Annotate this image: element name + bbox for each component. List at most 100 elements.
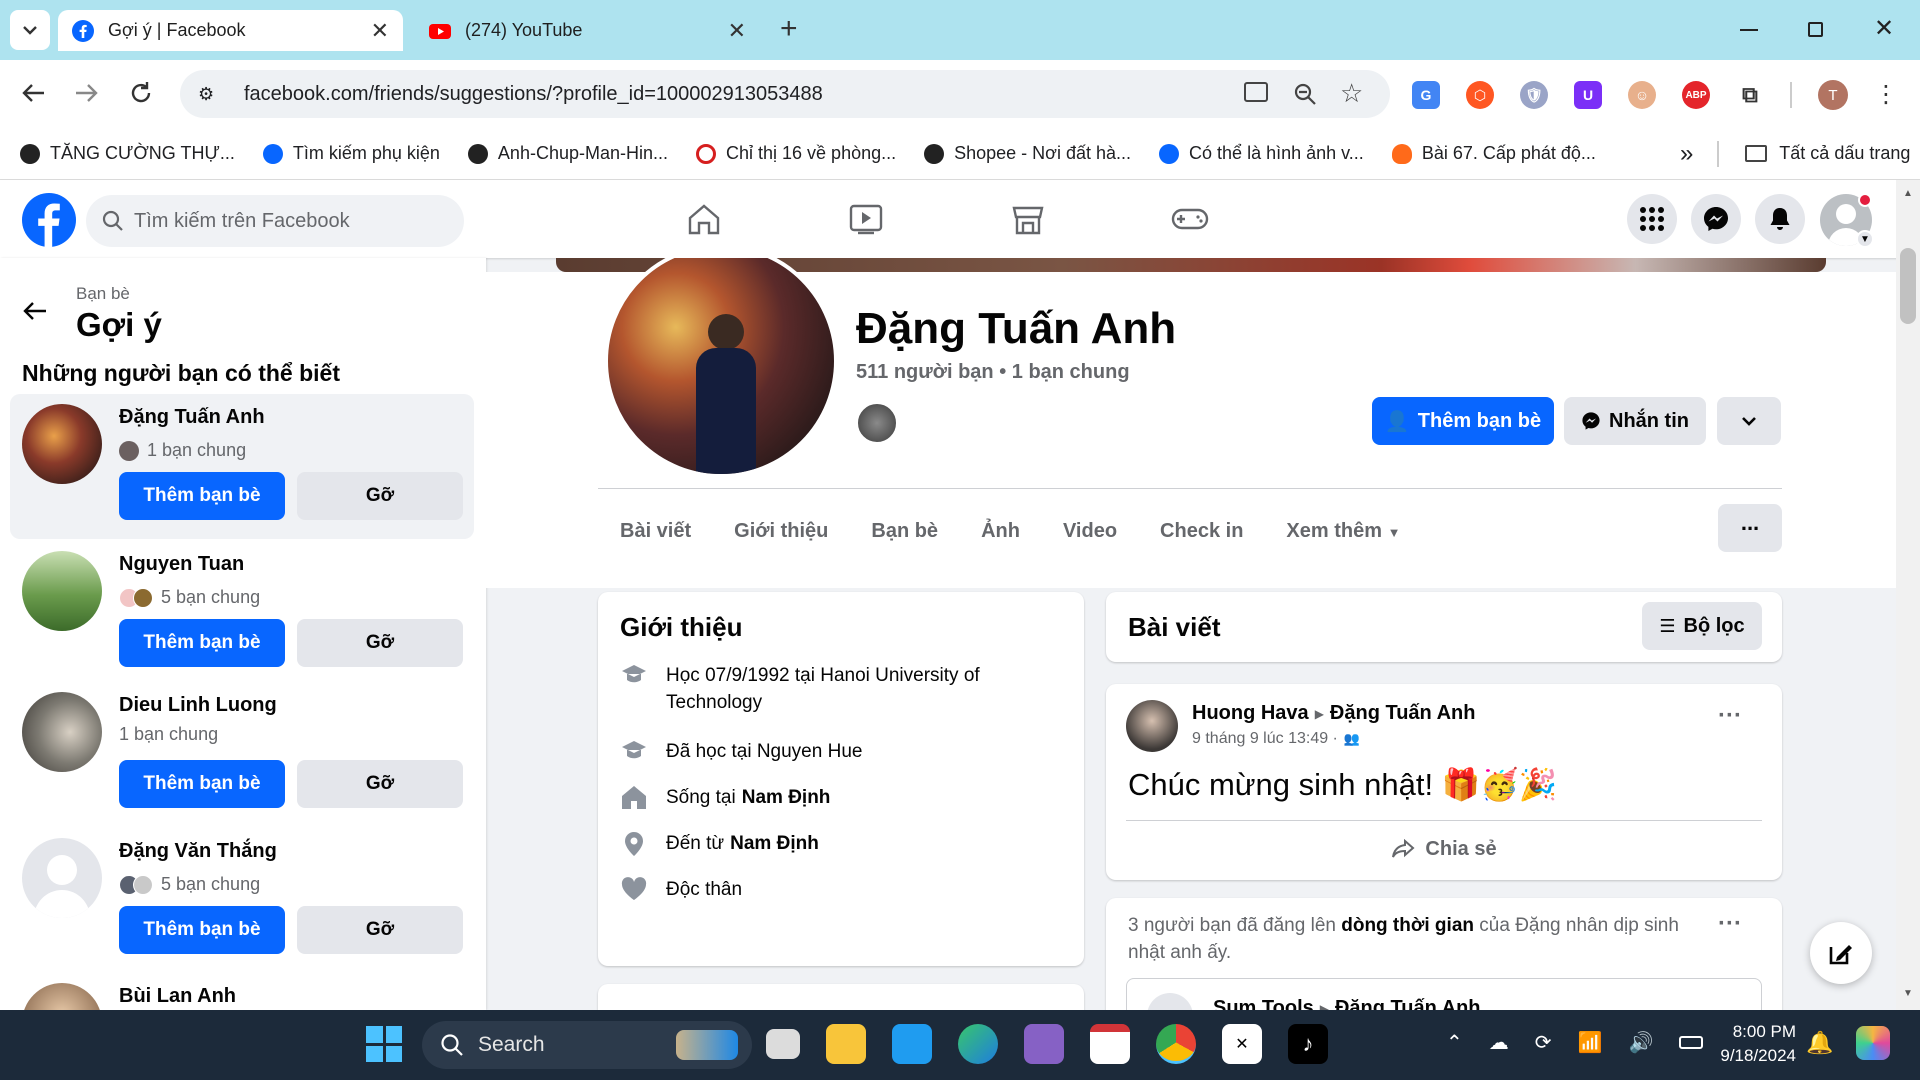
- close-tab-icon[interactable]: ✕: [371, 18, 389, 44]
- profile-avatar[interactable]: T: [1818, 80, 1848, 110]
- add-friend-button[interactable]: Thêm bạn bè: [119, 906, 285, 954]
- capcut-icon[interactable]: ✕: [1222, 1024, 1262, 1064]
- restore-icon[interactable]: [1808, 22, 1823, 37]
- suggestion-name[interactable]: Dieu Linh Luong: [119, 694, 277, 717]
- bookmarks-overflow-button[interactable]: »: [1680, 140, 1693, 168]
- calendar-app-icon[interactable]: [1090, 1024, 1130, 1064]
- bookmark-star-icon[interactable]: ☆: [1340, 78, 1363, 109]
- author-avatar[interactable]: [1147, 993, 1193, 1010]
- extensions-puzzle-icon[interactable]: ⧉: [1736, 81, 1764, 109]
- file-explorer-icon[interactable]: [826, 1024, 866, 1064]
- author-avatar[interactable]: [1126, 700, 1178, 752]
- suggestion-name[interactable]: Đặng Tuấn Anh: [119, 406, 265, 429]
- bookmark-item[interactable]: Bài 67. Cấp phát độ...: [1391, 143, 1596, 164]
- suggestion-card[interactable]: Nguyen Tuan 5 bạn chung Thêm bạn bè Gỡ: [10, 541, 474, 686]
- suggestion-card[interactable]: Đặng Văn Thắng 5 bạn chung Thêm bạn bè G…: [10, 828, 474, 973]
- post-author[interactable]: Sum Tools: [1213, 997, 1314, 1010]
- copilot-icon[interactable]: [1856, 1026, 1890, 1060]
- extension-u-icon[interactable]: U: [1574, 81, 1602, 109]
- gaming-nav-icon[interactable]: [1170, 204, 1210, 234]
- tab-posts[interactable]: Bài viết: [620, 520, 691, 543]
- mutual-friend-avatar[interactable]: [856, 402, 898, 444]
- suggestion-name[interactable]: Bùi Lan Anh: [119, 985, 236, 1008]
- tab-more[interactable]: Xem thêm ▼: [1286, 520, 1400, 543]
- scroll-down-icon[interactable]: ▼: [1903, 988, 1913, 999]
- tab-friends[interactable]: Bạn bè: [871, 520, 938, 543]
- bookmark-item[interactable]: TĂNG CƯỜNG THỰ...: [20, 143, 235, 164]
- back-icon[interactable]: [20, 82, 46, 109]
- add-friend-button[interactable]: Thêm bạn bè: [119, 760, 285, 808]
- remove-button[interactable]: Gỡ: [297, 472, 463, 520]
- tab-photos[interactable]: Ảnh: [981, 520, 1020, 543]
- install-app-icon[interactable]: [1244, 82, 1268, 102]
- chrome-icon[interactable]: [1156, 1024, 1196, 1064]
- avatar[interactable]: [22, 838, 102, 918]
- start-button[interactable]: [366, 1026, 402, 1062]
- tabs-more-button[interactable]: ...: [1718, 504, 1782, 552]
- tab-about[interactable]: Giới thiệu: [734, 520, 828, 543]
- remove-button[interactable]: Gỡ: [297, 619, 463, 667]
- facebook-search-input[interactable]: Tìm kiếm trên Facebook: [86, 195, 464, 247]
- notification-bell-icon[interactable]: 🔔: [1806, 1030, 1833, 1056]
- chevron-up-icon[interactable]: ⌃: [1446, 1030, 1463, 1055]
- tab-youtube[interactable]: (274) YouTube ✕: [415, 10, 760, 51]
- bookmark-item[interactable]: Anh-Chup-Man-Hin...: [467, 143, 668, 164]
- tab-facebook[interactable]: Gợi ý | Facebook ✕: [58, 10, 403, 51]
- notifications-button[interactable]: [1755, 194, 1805, 244]
- shield-icon[interactable]: 🛡: [1520, 81, 1548, 109]
- post-target[interactable]: Đặng Tuấn Anh: [1335, 997, 1481, 1010]
- post-author[interactable]: Huong Hava: [1192, 702, 1309, 725]
- onedrive-icon[interactable]: ☁: [1489, 1030, 1509, 1055]
- volume-icon[interactable]: 🔊: [1628, 1030, 1653, 1055]
- taskbar-search[interactable]: Search: [422, 1021, 752, 1069]
- new-tab-button[interactable]: +: [780, 12, 798, 46]
- clock[interactable]: 8:00 PM 9/18/2024: [1694, 1020, 1796, 1068]
- watch-nav-icon[interactable]: [848, 202, 884, 236]
- scroll-up-icon[interactable]: ▲: [1903, 188, 1913, 199]
- avatar[interactable]: [22, 404, 102, 484]
- avatar[interactable]: [22, 551, 102, 631]
- extension-avatar-icon[interactable]: ☺: [1628, 81, 1656, 109]
- message-button[interactable]: Nhắn tin: [1564, 397, 1706, 445]
- menu-grid-button[interactable]: [1627, 194, 1677, 244]
- suggestion-name[interactable]: Nguyen Tuan: [119, 553, 244, 576]
- post-options-icon[interactable]: ···: [1718, 702, 1742, 730]
- more-options-button[interactable]: [1717, 397, 1781, 445]
- minimize-icon[interactable]: [1740, 29, 1758, 31]
- suggestion-name[interactable]: Đặng Văn Thắng: [119, 840, 277, 863]
- browser-menu-icon[interactable]: ⋮: [1874, 83, 1898, 107]
- share-button[interactable]: Chia sẻ: [1106, 824, 1782, 874]
- edge-icon[interactable]: [958, 1024, 998, 1064]
- wifi-icon[interactable]: 📶: [1578, 1030, 1603, 1055]
- avatar[interactable]: [22, 692, 102, 772]
- zoom-icon[interactable]: [1293, 82, 1317, 106]
- task-view-icon[interactable]: [766, 1029, 800, 1059]
- breadcrumb[interactable]: Bạn bè: [76, 284, 130, 304]
- visual-studio-icon[interactable]: [1024, 1024, 1064, 1064]
- suggestion-card[interactable]: Bùi Lan Anh: [10, 973, 474, 1010]
- address-bar[interactable]: ⚙ facebook.com/friends/suggestions/?prof…: [180, 70, 1390, 118]
- bookmark-item[interactable]: Chỉ thị 16 về phòng...: [696, 143, 896, 164]
- add-friend-button[interactable]: 👤 Thêm bạn bè: [1372, 397, 1554, 445]
- tab-search-button[interactable]: [10, 10, 50, 50]
- post-time[interactable]: 9 tháng 9 lúc 13:49 · 👥: [1192, 730, 1360, 748]
- add-friend-button[interactable]: Thêm bạn bè: [119, 619, 285, 667]
- back-arrow-icon[interactable]: [22, 300, 48, 322]
- remove-button[interactable]: Gỡ: [297, 760, 463, 808]
- home-nav-icon[interactable]: [686, 202, 722, 236]
- reload-icon[interactable]: [128, 80, 154, 111]
- remove-button[interactable]: Gỡ: [297, 906, 463, 954]
- bookmark-item[interactable]: Có thể là hình ảnh v...: [1159, 143, 1364, 164]
- google-translate-icon[interactable]: G: [1412, 81, 1440, 109]
- bookmark-item[interactable]: Shopee - Nơi đất hà...: [924, 143, 1131, 164]
- all-bookmarks-button[interactable]: Tất cả dấu trang: [1745, 143, 1910, 164]
- marketplace-nav-icon[interactable]: [1010, 202, 1046, 236]
- adblock-plus-icon[interactable]: ABP: [1682, 81, 1710, 109]
- scrollbar-thumb[interactable]: [1900, 248, 1916, 324]
- extension-hex-icon[interactable]: ⬡: [1466, 81, 1494, 109]
- post-options-icon[interactable]: ···: [1718, 910, 1742, 938]
- vscode-icon[interactable]: [892, 1024, 932, 1064]
- close-tab-icon[interactable]: ✕: [728, 18, 746, 44]
- suggestion-card[interactable]: Đặng Tuấn Anh 1 bạn chung Thêm bạn bè Gỡ: [10, 394, 474, 539]
- filter-button[interactable]: ☰ Bộ lọc: [1642, 602, 1762, 650]
